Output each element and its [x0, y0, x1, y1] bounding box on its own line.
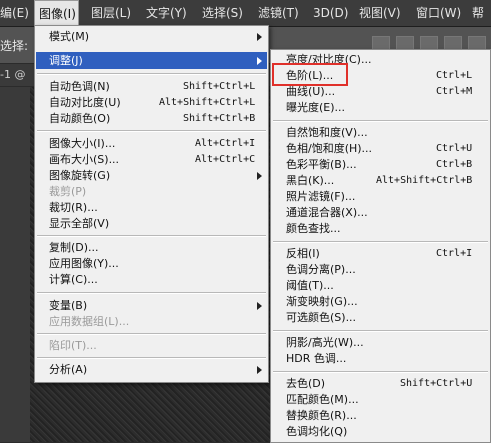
menu-item-image-size[interactable]: 图像大小(I)... Alt+Ctrl+I	[49, 136, 264, 152]
menu-item-apply-image[interactable]: 应用图像(Y)...	[49, 256, 264, 272]
image-menu: 模式(M) 调整(J) 自动色调(N) Shift+Ctrl+L 自动对比度(U)…	[34, 25, 269, 383]
menu-separator	[37, 73, 266, 75]
menu-type[interactable]: 文字(Y)	[146, 0, 187, 26]
menu-item-channel-mixer[interactable]: 通道混合器(X)...	[286, 205, 486, 221]
menu-item-apply-data-set: 应用数据组(L)...	[49, 315, 130, 328]
menu-item-analysis[interactable]: 分析(A)	[49, 362, 264, 378]
menu-item-posterize[interactable]: 色调分离(P)...	[286, 262, 486, 278]
menu-separator	[37, 292, 266, 294]
menu-image[interactable]: 图像(I)	[34, 0, 79, 26]
menu-edit[interactable]: 编(E)	[0, 0, 29, 26]
menu-item-calculations[interactable]: 计算(C)...	[49, 272, 264, 288]
menu-separator	[273, 241, 488, 243]
menu-item-exposure[interactable]: 曝光度(E)...	[286, 100, 486, 116]
menu-item-equalize[interactable]: 色调均化(Q)	[286, 424, 486, 440]
menu-item-auto-contrast[interactable]: 自动对比度(U) Alt+Shift+Ctrl+L	[49, 95, 264, 111]
menu-item-curves[interactable]: 曲线(U)... Ctrl+M	[286, 84, 486, 100]
menu-view[interactable]: 视图(V)	[359, 0, 401, 26]
submenu-arrow-icon	[257, 33, 262, 41]
menu-item-mode[interactable]: 模式(M)	[49, 29, 264, 45]
menu-bar: 编(E) 图像(I) 图层(L) 文字(Y) 选择(S) 滤镜(T) 3D(D)…	[0, 0, 491, 27]
menu-item-color-balance[interactable]: 色彩平衡(B)... Ctrl+B	[286, 157, 486, 173]
menu-item-trim[interactable]: 裁切(R)...	[49, 200, 264, 216]
menu-3d[interactable]: 3D(D)	[313, 0, 348, 26]
menu-separator	[37, 130, 266, 132]
menu-item-trap: 陷印(T)...	[49, 339, 97, 352]
annotation-highlight-box	[272, 63, 348, 86]
menu-filter[interactable]: 滤镜(T)	[258, 0, 299, 26]
tools-panel	[0, 87, 30, 442]
menu-item-reveal-all[interactable]: 显示全部(V)	[49, 216, 264, 232]
menu-separator	[273, 330, 488, 332]
menu-item-auto-tone[interactable]: 自动色调(N) Shift+Ctrl+L	[49, 79, 264, 95]
menu-item-hdr-toning[interactable]: HDR 色调...	[286, 351, 486, 367]
menu-item-variables[interactable]: 变量(B)	[49, 298, 264, 314]
menu-item-vibrance[interactable]: 自然饱和度(V)...	[286, 125, 486, 141]
menu-item-color-lookup[interactable]: 颜色查找...	[286, 221, 486, 237]
menu-separator	[37, 235, 266, 237]
menu-item-black-white[interactable]: 黑白(K)... Alt+Shift+Ctrl+B	[286, 173, 486, 189]
menu-separator	[273, 120, 488, 122]
selection-label: 选择:	[0, 39, 29, 53]
submenu-arrow-icon	[257, 172, 262, 180]
menu-item-photo-filter[interactable]: 照片滤镜(F)...	[286, 189, 486, 205]
menu-layer[interactable]: 图层(L)	[91, 0, 131, 26]
menu-item-image-rotation[interactable]: 图像旋转(G)	[49, 168, 264, 184]
menu-item-canvas-size[interactable]: 画布大小(S)... Alt+Ctrl+C	[49, 152, 264, 168]
menu-help[interactable]: 帮	[472, 0, 484, 26]
menu-separator	[37, 333, 266, 335]
menu-item-desaturate[interactable]: 去色(D) Shift+Ctrl+U	[286, 376, 486, 392]
menu-item-crop: 裁剪(P)	[49, 185, 87, 198]
menu-select[interactable]: 选择(S)	[202, 0, 243, 26]
menu-item-replace-color[interactable]: 替换颜色(R)...	[286, 408, 486, 424]
menu-separator	[273, 371, 488, 373]
submenu-arrow-icon	[257, 57, 262, 65]
menu-item-hue-saturation[interactable]: 色相/饱和度(H)... Ctrl+U	[286, 141, 486, 157]
menu-item-gradient-map[interactable]: 渐变映射(G)...	[286, 294, 486, 310]
menu-item-threshold[interactable]: 阈值(T)...	[286, 278, 486, 294]
menu-item-invert[interactable]: 反相(I) Ctrl+I	[286, 246, 486, 262]
document-tab[interactable]: -1 @	[0, 68, 25, 81]
submenu-arrow-icon	[257, 366, 262, 374]
menu-window[interactable]: 窗口(W)	[416, 0, 461, 26]
menu-item-auto-color[interactable]: 自动颜色(O) Shift+Ctrl+B	[49, 111, 264, 127]
menu-separator	[37, 357, 266, 359]
menu-item-shadows-highlights[interactable]: 阴影/高光(W)...	[286, 335, 486, 351]
menu-item-selective-color[interactable]: 可选颜色(S)...	[286, 310, 486, 326]
menu-item-duplicate[interactable]: 复制(D)...	[49, 240, 264, 256]
adjustments-submenu: 亮度/对比度(C)... 色阶(L)... Ctrl+L 曲线(U)... Ctrl…	[270, 49, 491, 443]
menu-item-adjust[interactable]: 调整(J)	[49, 53, 264, 69]
submenu-arrow-icon	[257, 302, 262, 310]
menu-item-match-color[interactable]: 匹配颜色(M)...	[286, 392, 486, 408]
